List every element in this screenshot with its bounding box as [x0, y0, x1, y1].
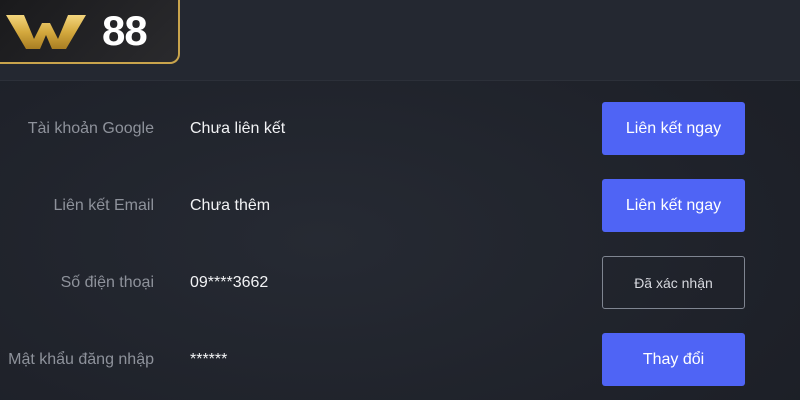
google-account-value: Chưa liên kết [190, 120, 286, 137]
password-value: ****** [190, 351, 228, 368]
link-email-button[interactable]: Liên kết ngay [602, 179, 745, 232]
row-phone: Số điện thoại 09****3662 Đã xác nhận [0, 256, 800, 310]
email-value: Chưa thêm [190, 197, 271, 214]
email-label: Liên kết Email [53, 197, 155, 214]
row-password: Mật khẩu đăng nhập ****** Thay đổi [0, 333, 800, 387]
w88-logo[interactable]: 88 [0, 0, 180, 64]
phone-label: Số điện thoại [60, 274, 154, 291]
phone-value: 09****3662 [190, 274, 269, 291]
link-google-button[interactable]: Liên kết ngay [602, 102, 745, 155]
phone-verified-button[interactable]: Đã xác nhận [602, 256, 745, 309]
password-label: Mật khẩu đăng nhập [8, 351, 154, 368]
change-password-button[interactable]: Thay đổi [602, 333, 745, 386]
row-google-account: Tài khoản Google Chưa liên kết Liên kết … [0, 102, 800, 156]
row-email: Liên kết Email Chưa thêm Liên kết ngay [0, 179, 800, 233]
account-settings-page: n 88 Tài khoản Google Chưa liên kết Liên… [0, 0, 800, 400]
google-account-label: Tài khoản Google [27, 120, 154, 137]
logo-number-text: 88 [102, 7, 148, 54]
w-logo-mark-icon [6, 15, 86, 49]
